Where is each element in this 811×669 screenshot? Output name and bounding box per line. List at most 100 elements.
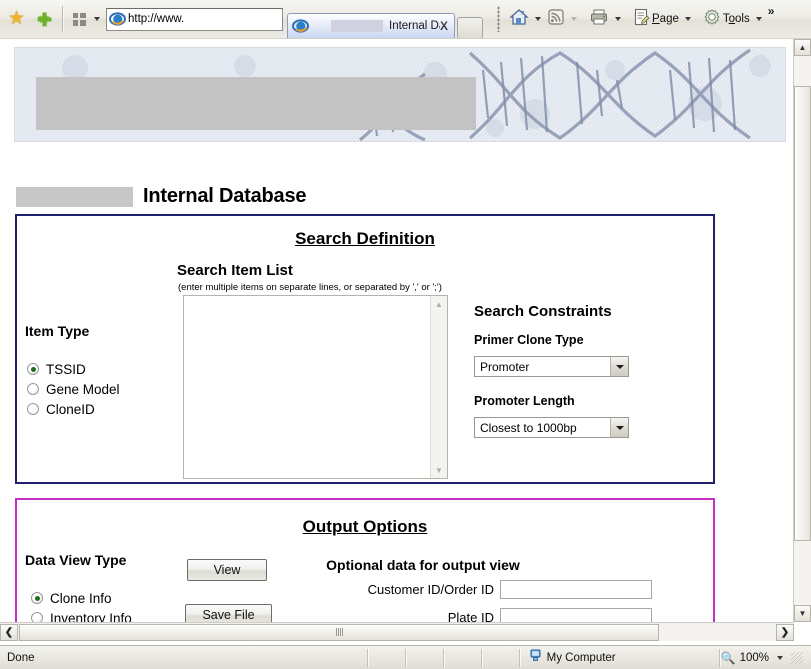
status-divider <box>480 648 483 667</box>
tools-menu-button[interactable]: Tools <box>701 6 752 32</box>
search-item-list-label: Search Item List <box>177 262 293 279</box>
save-file-button[interactable]: Save File <box>185 604 272 622</box>
my-computer-icon <box>529 648 543 667</box>
radio-option-gene-model[interactable]: Gene Model <box>27 379 120 399</box>
home-chevron-down-icon[interactable] <box>535 17 541 21</box>
scroll-down-icon[interactable]: ▼ <box>794 605 811 622</box>
status-divider <box>404 648 407 667</box>
print-button[interactable] <box>587 6 611 32</box>
search-definition-heading: Search Definition <box>295 229 435 248</box>
chevron-down-icon <box>615 425 624 430</box>
radio-cloneid-icon[interactable] <box>27 403 39 415</box>
search-item-list-textarea[interactable]: ▲ ▼ <box>183 295 448 479</box>
quick-tabs-button[interactable] <box>68 8 90 30</box>
radio-cloneid-label: CloneID <box>46 401 95 417</box>
quick-tabs-icon <box>72 12 86 26</box>
site-banner <box>14 47 786 142</box>
address-bar[interactable]: http://www. <box>106 7 283 31</box>
header-logo-redaction <box>16 186 133 207</box>
page-header: Internal Database <box>16 185 307 208</box>
home-button[interactable] <box>507 6 531 32</box>
page-viewport: Internal Database Search Definition Item… <box>0 38 811 631</box>
rss-feed-icon <box>547 8 565 31</box>
page-horizontal-scrollbar[interactable]: ❮ ❯ <box>0 622 794 641</box>
vertical-scroll-thumb[interactable] <box>794 86 811 541</box>
home-icon <box>509 8 529 31</box>
radio-gene-model-icon[interactable] <box>27 383 39 395</box>
tools-menu-chevron-down-icon[interactable] <box>755 17 762 21</box>
customer-id-input[interactable] <box>500 580 652 599</box>
page-title: Internal Database <box>143 185 307 207</box>
tab-list-chevron-down-icon[interactable] <box>94 17 100 21</box>
tab-title-redaction <box>331 20 383 32</box>
zoom-control[interactable]: 🔍 100% <box>721 651 811 665</box>
internet-explorer-icon <box>109 11 126 27</box>
toolbar-overflow-icon[interactable]: » <box>768 4 775 18</box>
horizontal-scroll-thumb[interactable] <box>19 623 659 641</box>
radio-option-cloneid[interactable]: CloneID <box>27 399 120 419</box>
star-icon: ★ <box>8 7 26 29</box>
primer-clone-type-label: Primer Clone Type <box>474 333 584 347</box>
optional-data-heading: Optional data for output view <box>326 557 520 573</box>
vertical-scroll-track[interactable] <box>794 56 811 605</box>
window-resize-grip[interactable] <box>791 651 803 664</box>
search-definition-panel: Search Definition Item Type TSSID Gene M… <box>15 214 715 484</box>
printer-icon <box>589 8 609 31</box>
browser-window: ★ ★ ✚ http://www. Internal D X Page Tool… <box>0 0 811 669</box>
promoter-length-value: Closest to 1000bp <box>480 420 577 435</box>
scroll-down-icon[interactable]: ▼ <box>431 462 447 478</box>
plate-id-row: Plate ID <box>327 608 652 622</box>
zoom-level-label: 100% <box>739 651 769 664</box>
page-menu-button[interactable]: Page <box>631 6 681 32</box>
radio-inventory-info-icon[interactable] <box>31 612 43 622</box>
add-favorite-button[interactable]: ★ ✚ <box>37 9 58 30</box>
search-constraints-heading: Search Constraints <box>474 303 612 320</box>
address-input[interactable]: http://www. <box>128 13 184 25</box>
radio-tssid-icon[interactable] <box>27 363 39 375</box>
primer-clone-type-select[interactable]: Promoter <box>474 356 629 377</box>
plate-id-input[interactable] <box>500 608 652 622</box>
tab-strip: Internal Data... X <box>287 0 483 38</box>
print-chevron-down-icon[interactable] <box>615 17 621 21</box>
page-vertical-scrollbar[interactable]: ▲ ▼ <box>793 39 811 622</box>
status-divider <box>366 648 369 667</box>
promoter-length-dropdown-button[interactable] <box>610 418 628 437</box>
radio-option-clone-info[interactable]: Clone Info <box>31 588 132 608</box>
search-item-list-scrollbar[interactable]: ▲ ▼ <box>430 296 447 478</box>
status-text: Done <box>7 651 35 664</box>
scroll-up-icon[interactable]: ▲ <box>794 39 811 56</box>
view-button[interactable]: View <box>187 559 267 581</box>
browser-tab-internal-database[interactable]: Internal Data... X <box>287 13 455 38</box>
new-tab-button[interactable] <box>457 17 483 38</box>
radio-inventory-info-label: Inventory Info <box>50 610 132 623</box>
toolbar-grip[interactable] <box>497 6 500 32</box>
scroll-up-icon[interactable]: ▲ <box>431 296 447 312</box>
security-zone-label: My Computer <box>546 651 616 664</box>
page-menu-label: Page <box>652 13 679 25</box>
banner-logo-redaction <box>36 77 476 130</box>
page-menu-chevron-down-icon[interactable] <box>684 17 691 21</box>
scroll-right-icon[interactable]: ❯ <box>776 623 794 641</box>
search-item-list-hint: (enter multiple items on separate lines,… <box>178 282 442 293</box>
zoom-chevron-down-icon[interactable] <box>777 655 783 660</box>
feeds-button[interactable] <box>545 6 567 32</box>
scroll-left-icon[interactable]: ❮ <box>0 623 18 641</box>
promoter-length-select[interactable]: Closest to 1000bp <box>474 417 629 438</box>
primer-clone-type-dropdown-button[interactable] <box>610 357 628 376</box>
primer-clone-type-value: Promoter <box>480 359 530 374</box>
tab-favicon-icon <box>292 18 309 34</box>
horizontal-scroll-track[interactable] <box>18 623 776 641</box>
radio-clone-info-icon[interactable] <box>31 592 43 604</box>
search-item-list-input[interactable] <box>184 296 430 478</box>
tab-close-icon[interactable]: X <box>440 19 448 33</box>
favorites-star-icon[interactable]: ★ <box>8 9 29 30</box>
radio-gene-model-label: Gene Model <box>46 381 120 397</box>
radio-option-inventory-info[interactable]: Inventory Info <box>31 608 132 622</box>
radio-option-tssid[interactable]: TSSID <box>27 359 120 379</box>
security-zone[interactable]: My Computer <box>521 648 719 667</box>
toolbar-separator <box>62 6 64 32</box>
tools-menu-label: Tools <box>722 13 750 25</box>
browser-toolbar: ★ ★ ✚ http://www. Internal D X Page Tool… <box>0 0 811 39</box>
output-options-heading: Output Options <box>302 517 428 536</box>
item-type-label: Item Type <box>25 323 90 339</box>
